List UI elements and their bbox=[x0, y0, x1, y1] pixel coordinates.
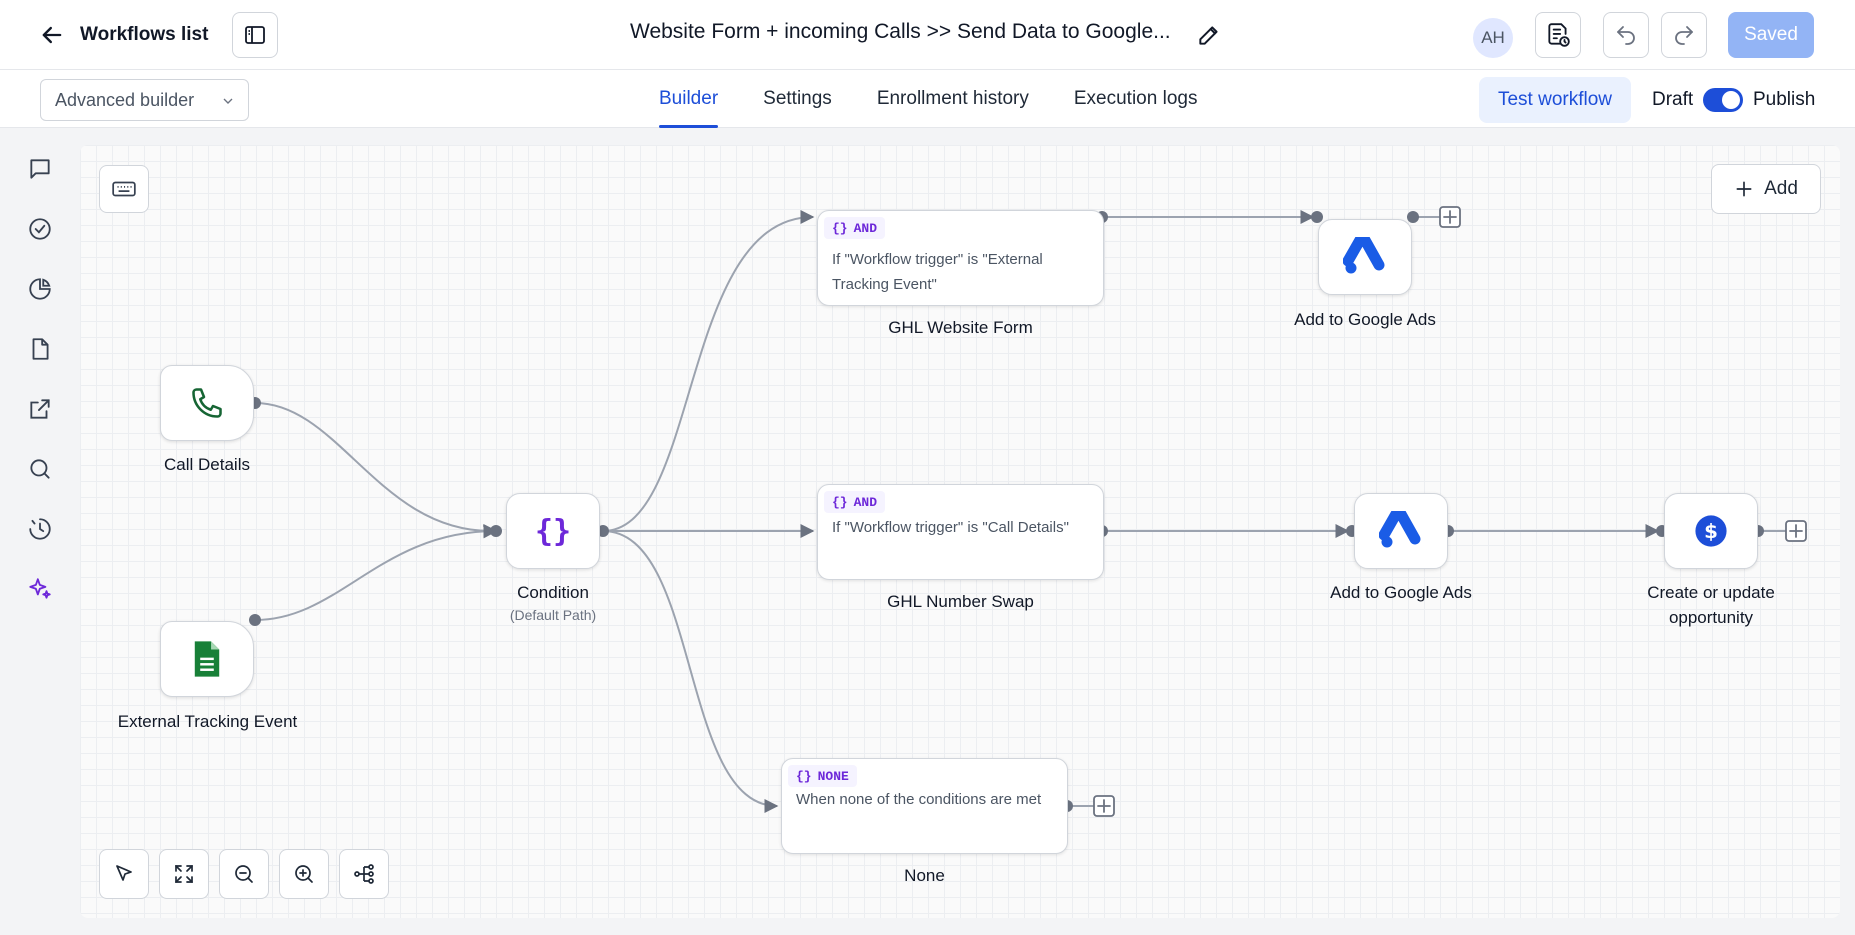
builder-mode-value: Advanced builder bbox=[55, 89, 195, 110]
action-label-google-ads-2: Add to Google Ads bbox=[1330, 583, 1472, 602]
curly-braces-icon: {} bbox=[796, 768, 812, 784]
tab-bar: Builder Settings Enrollment history Exec… bbox=[659, 70, 1242, 128]
zoom-out-button[interactable] bbox=[219, 849, 269, 899]
redo-button[interactable] bbox=[1661, 12, 1707, 58]
search-icon[interactable] bbox=[26, 455, 54, 483]
workflow-canvas[interactable]: Add Call Details External Tracking Event… bbox=[80, 145, 1840, 918]
zoom-in-icon bbox=[295, 865, 313, 883]
trigger-label-external-tracking-event: External Tracking Event bbox=[117, 712, 298, 731]
phone-icon bbox=[192, 388, 222, 418]
fit-view-button[interactable] bbox=[159, 849, 209, 899]
zoom-in-button[interactable] bbox=[279, 849, 329, 899]
pie-chart-icon[interactable] bbox=[26, 275, 54, 303]
undo-icon bbox=[1617, 26, 1635, 45]
branch-card-none[interactable]: {} NONE When none of the conditions are m… bbox=[781, 758, 1068, 854]
top-bar: Workflows list Website Form + incoming C… bbox=[0, 0, 1855, 70]
tab-builder[interactable]: Builder bbox=[659, 70, 719, 128]
condition-sub-label: (Default Path) bbox=[509, 607, 597, 623]
external-link-icon[interactable] bbox=[26, 395, 54, 423]
select-tool-button[interactable] bbox=[99, 849, 149, 899]
action-node-google-ads-2[interactable] bbox=[1354, 493, 1448, 569]
curly-braces-icon: {} bbox=[832, 494, 848, 510]
plus-icon bbox=[1736, 181, 1752, 197]
curly-braces-icon: {} bbox=[534, 513, 572, 549]
action-node-google-ads-1[interactable] bbox=[1318, 219, 1412, 295]
publish-toggle[interactable] bbox=[1703, 88, 1743, 112]
draft-label: Draft bbox=[1652, 89, 1694, 110]
document-clock-icon bbox=[1548, 23, 1570, 47]
branch-card-number-swap[interactable]: {} AND If "Workflow trigger" is "Call Det… bbox=[817, 484, 1104, 580]
google-ads-icon bbox=[1343, 237, 1385, 274]
cursor-icon bbox=[116, 865, 132, 881]
action-label-opportunity-line2: opportunity bbox=[1668, 608, 1754, 627]
branch-label-number-swap: GHL Number Swap bbox=[887, 592, 1034, 611]
branch-condition-text: If "Workflow trigger" is "External Track… bbox=[832, 251, 1043, 293]
keyboard-icon bbox=[112, 181, 136, 197]
version-history-button[interactable] bbox=[1535, 12, 1581, 58]
trigger-node-external-tracking-event[interactable] bbox=[160, 621, 254, 697]
chat-icon[interactable] bbox=[26, 155, 54, 183]
history-icon[interactable] bbox=[26, 515, 54, 543]
branch-tag: {} AND bbox=[824, 217, 886, 239]
condition-node[interactable]: {} bbox=[506, 493, 600, 569]
branch-label-website-form: GHL Website Form bbox=[888, 318, 1033, 337]
check-circle-icon[interactable] bbox=[26, 215, 54, 243]
publish-label: Publish bbox=[1753, 89, 1816, 110]
add-label: Add bbox=[1764, 178, 1798, 199]
pencil-icon[interactable] bbox=[1196, 22, 1222, 48]
action-label-google-ads-1: Add to Google Ads bbox=[1294, 310, 1436, 329]
tab-enrollment-history[interactable]: Enrollment history bbox=[877, 70, 1029, 128]
back-to-workflows-button[interactable]: Workflows list bbox=[38, 16, 208, 54]
zoom-out-icon bbox=[235, 865, 253, 883]
branch-tag: {} NONE bbox=[788, 765, 857, 787]
tab-execution-logs[interactable]: Execution logs bbox=[1074, 70, 1198, 128]
svg-text:$: $ bbox=[1704, 520, 1718, 543]
dollar-icon: $ bbox=[1695, 515, 1727, 547]
saved-button[interactable]: Saved bbox=[1728, 12, 1814, 58]
add-node-button[interactable]: Add bbox=[1711, 164, 1821, 214]
workflow-title: Website Form + incoming Calls >> Send Da… bbox=[630, 20, 1171, 43]
sparkle-ai-icon[interactable] bbox=[26, 575, 54, 603]
arrow-left-icon bbox=[42, 26, 62, 44]
google-ads-icon bbox=[1379, 511, 1421, 548]
branch-condition-text: When none of the conditions are met bbox=[796, 791, 1042, 808]
trigger-node-call-details[interactable] bbox=[160, 365, 254, 441]
avatar[interactable]: AH bbox=[1473, 18, 1513, 58]
undo-button[interactable] bbox=[1603, 12, 1649, 58]
branch-label-none: None bbox=[904, 866, 945, 885]
sidebar-panel-icon bbox=[245, 26, 265, 44]
builder-toolbar: Advanced builder Builder Settings Enroll… bbox=[0, 70, 1855, 128]
expand-icon bbox=[175, 865, 193, 883]
keyboard-shortcuts-button[interactable] bbox=[99, 165, 149, 213]
branch-tag: {} AND bbox=[824, 491, 886, 513]
branch-condition-text: If "Workflow trigger" is "Call Details" bbox=[832, 519, 1069, 536]
back-label: Workflows list bbox=[80, 24, 209, 45]
document-icon bbox=[194, 641, 220, 677]
tab-settings[interactable]: Settings bbox=[763, 70, 832, 128]
condition-label: Condition bbox=[517, 583, 589, 602]
chevron-down-icon bbox=[223, 98, 233, 104]
branch-card-website-form[interactable]: {} AND If "Workflow trigger" is "External… bbox=[817, 210, 1104, 306]
builder-mode-select[interactable]: Advanced builder bbox=[40, 79, 249, 121]
redo-icon bbox=[1675, 26, 1693, 45]
left-rail bbox=[0, 129, 80, 935]
file-icon[interactable] bbox=[26, 335, 54, 363]
action-label-opportunity-line1: Create or update bbox=[1647, 583, 1775, 602]
action-node-opportunity[interactable]: $ bbox=[1664, 493, 1758, 569]
test-workflow-button[interactable]: Test workflow bbox=[1479, 77, 1631, 123]
curly-braces-icon: {} bbox=[832, 220, 848, 236]
trigger-label-call-details: Call Details bbox=[164, 455, 250, 474]
hierarchy-icon bbox=[354, 864, 374, 884]
sidebar-toggle-button[interactable] bbox=[232, 12, 278, 58]
auto-layout-button[interactable] bbox=[339, 849, 389, 899]
